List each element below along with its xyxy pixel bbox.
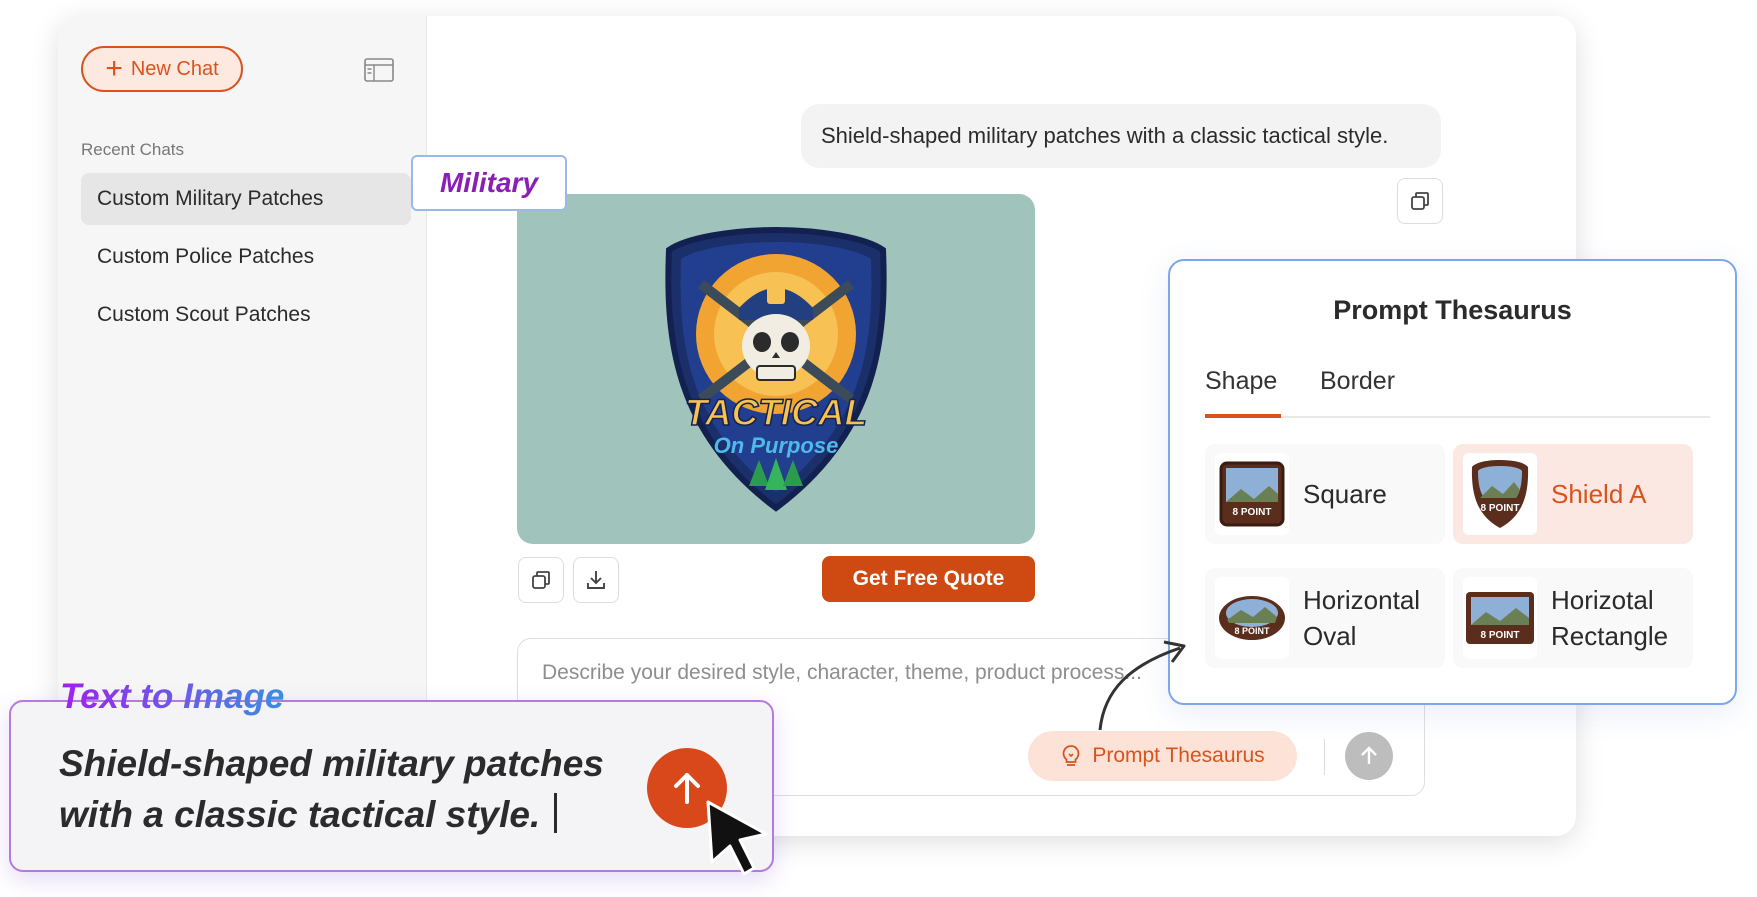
user-message-bubble: Shield-shaped military patches with a cl… [801,104,1441,168]
get-free-quote-button[interactable]: Get Free Quote [822,556,1035,602]
lightbulb-icon [1062,745,1080,766]
text-to-image-card: Shield-shaped military patches with a cl… [9,700,774,872]
patch-image: TACTICAL On Purpose [665,226,887,512]
copy-image-button[interactable] [518,557,564,603]
sidebar-item-police[interactable]: Custom Police Patches [81,231,411,283]
thesaurus-title: Prompt Thesaurus [1333,295,1572,325]
copy-message-button[interactable] [1397,178,1443,224]
shield-patch-thumbnail: 8 POINT [1463,453,1537,535]
prompt-text: Shield-shaped military patches with a cl… [59,743,604,835]
send-button[interactable] [1345,732,1393,780]
thumb-text: 8 POINT [1233,507,1272,518]
tab-shape[interactable]: Shape [1205,367,1277,396]
recent-chats-label: Recent Chats [81,140,184,159]
thumb-text: 8 POINT [1481,503,1520,514]
oval-patch-thumbnail: 8 POINT [1215,577,1289,659]
new-chat-button[interactable]: + New Chat [81,46,243,92]
shape-option-label: Square [1303,479,1387,509]
curved-arrow-icon [1098,640,1186,731]
thumb-text: 8 POINT [1481,630,1520,641]
text-to-image-title: Text to Image [60,677,285,716]
sidebar-item-label: Custom Police Patches [97,245,315,268]
sidebar-item-label: Custom Scout Patches [97,303,311,326]
text-caret [554,793,558,833]
arrow-up-icon [1361,746,1377,764]
prompt-thesaurus-panel: Prompt Thesaurus Shape Border 8 POINT Sq… [1168,259,1737,705]
tab-border[interactable]: Border [1320,367,1395,396]
sidebar-item-scout[interactable]: Custom Scout Patches [81,289,411,341]
sidebar-item-label: Custom Military Patches [97,187,324,210]
thumb-text: 8 POINT [1234,626,1270,636]
shape-option-square[interactable]: 8 POINT Square [1205,444,1445,544]
prompt-thesaurus-label: Prompt Thesaurus [1092,744,1265,767]
download-icon [587,571,605,589]
category-tag: Military [411,155,567,211]
shape-option-label: Horizotal Rectangle [1551,585,1669,651]
square-patch-thumbnail: 8 POINT [1215,453,1289,535]
copy-icon [532,571,550,589]
generated-image[interactable]: TACTICAL On Purpose [517,194,1035,544]
active-tab-indicator [1205,414,1281,418]
patch-subtitle-text: On Purpose [714,433,839,458]
rectangle-patch-thumbnail: 8 POINT [1463,577,1537,659]
plus-icon: + [105,52,123,85]
sidebar-item-military[interactable]: Custom Military Patches [81,173,411,225]
new-chat-label: New Chat [130,57,219,80]
arrow-up-icon [674,773,700,804]
download-image-button[interactable] [573,557,619,603]
input-divider [1324,739,1325,775]
shape-option-horizontal-oval[interactable]: 8 POINT Horizontal Oval [1205,568,1445,668]
shape-option-label: Shield A [1551,479,1647,509]
sidebar-panel-icon[interactable] [364,58,394,82]
shape-option-label: Horizontal Oval [1303,585,1421,651]
shape-option-shield-a[interactable]: 8 POINT Shield A [1453,444,1693,544]
cursor-arrow-icon [706,800,768,876]
patch-title-text: TACTICAL [685,392,867,433]
shape-option-horizontal-rectangle[interactable]: 8 POINT Horizotal Rectangle [1453,568,1693,668]
text-to-image-prompt[interactable]: Shield-shaped military patches with a cl… [59,738,619,840]
user-message-text: Shield-shaped military patches with a cl… [821,123,1389,148]
copy-icon [1411,192,1429,210]
